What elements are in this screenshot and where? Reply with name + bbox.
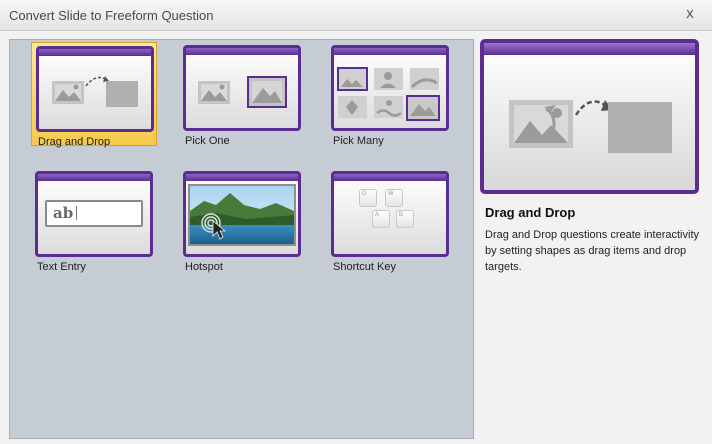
hotspot-icon	[183, 171, 301, 257]
pick-one-icon	[183, 45, 301, 131]
window-title: Convert Slide to Freeform Question	[9, 8, 214, 23]
tile-label: Text Entry	[37, 261, 86, 273]
drag-and-drop-icon	[36, 46, 154, 132]
key-w: W	[385, 189, 403, 207]
tile-label: Shortcut Key	[333, 261, 396, 273]
title-bar: Convert Slide to Freeform Question x	[0, 0, 712, 31]
shortcut-key-icon: G W A B	[331, 171, 449, 257]
tile-label: Pick Many	[333, 135, 384, 147]
text-entry-sample-box: ab	[45, 200, 143, 227]
detail-description: Drag and Drop questions create interacti…	[485, 229, 699, 273]
selected-type-preview	[480, 39, 699, 194]
text-entry-icon: ab	[35, 171, 153, 257]
tile-drag-and-drop[interactable]: Drag and Drop	[31, 42, 157, 148]
key-a: A	[372, 210, 390, 228]
key-g: G	[359, 189, 377, 207]
drag-and-drop-preview-icon	[509, 100, 672, 153]
tile-pick-many[interactable]: Pick Many	[327, 42, 453, 147]
detail-title: Drag and Drop	[485, 205, 576, 220]
text-entry-sample: ab	[53, 204, 74, 222]
tile-hotspot[interactable]: Hotspot	[179, 168, 305, 273]
tile-label: Pick One	[185, 135, 230, 147]
pick-many-icon	[331, 45, 449, 131]
tile-text-entry[interactable]: ab Text Entry	[31, 168, 157, 273]
tile-label: Drag and Drop	[38, 136, 111, 148]
tile-shortcut-key[interactable]: G W A B Shortcut Key	[327, 168, 453, 273]
tile-pick-one[interactable]: Pick One	[179, 42, 305, 147]
question-type-gallery: Drag and Drop Pick One Pick Many ab Text…	[9, 39, 474, 439]
tile-label: Hotspot	[185, 261, 223, 273]
dialog-body: Drag and Drop Pick One Pick Many ab Text…	[0, 31, 712, 444]
key-b: B	[396, 210, 414, 228]
close-button[interactable]: x	[682, 6, 698, 22]
